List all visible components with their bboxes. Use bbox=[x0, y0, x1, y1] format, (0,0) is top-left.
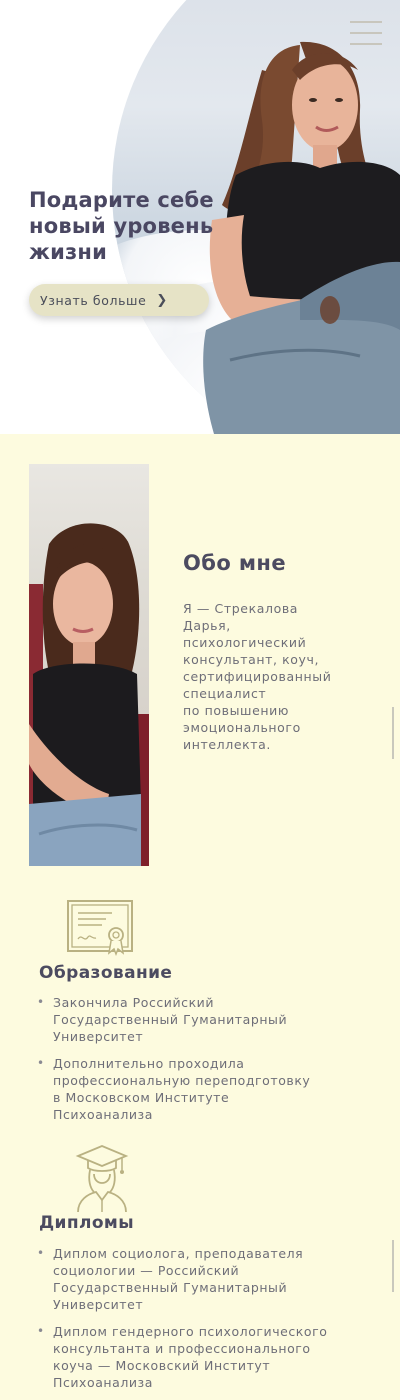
diplomas-list: Диплом социолога, преподавателя социолог… bbox=[37, 1245, 377, 1400]
about-photo bbox=[29, 464, 149, 866]
certificate-icon bbox=[66, 897, 136, 963]
diplomas-title: Дипломы bbox=[39, 1213, 134, 1233]
education-list: Закончила Российский Государственный Гум… bbox=[37, 994, 377, 1133]
about-title: Обо мне bbox=[183, 551, 286, 575]
learn-more-label: Узнать больше bbox=[40, 292, 147, 308]
scroll-indicator bbox=[392, 1240, 394, 1292]
about-text: Я — Стрекалова Дарья, психологический ко… bbox=[183, 601, 332, 752]
list-item: Диплом гендерного психологического консу… bbox=[37, 1323, 377, 1391]
graduate-icon bbox=[74, 1144, 130, 1218]
hero-section: Подарите себе новый уровень жизни Узнать… bbox=[0, 0, 400, 434]
list-item: Закончила Российский Государственный Гум… bbox=[37, 994, 377, 1045]
list-item: Диплом социолога, преподавателя социолог… bbox=[37, 1245, 377, 1313]
learn-more-button[interactable]: Узнать больше ❯ bbox=[29, 284, 209, 316]
hero-title: Подарите себе новый уровень жизни bbox=[29, 188, 214, 264]
list-item: Дополнительно проходила профессиональную… bbox=[37, 1055, 377, 1123]
education-title: Образование bbox=[39, 963, 173, 983]
hamburger-menu-icon[interactable] bbox=[350, 21, 382, 47]
chevron-right-icon: ❯ bbox=[156, 292, 168, 308]
scroll-indicator bbox=[392, 707, 394, 759]
about-portrait-illustration bbox=[29, 523, 149, 866]
